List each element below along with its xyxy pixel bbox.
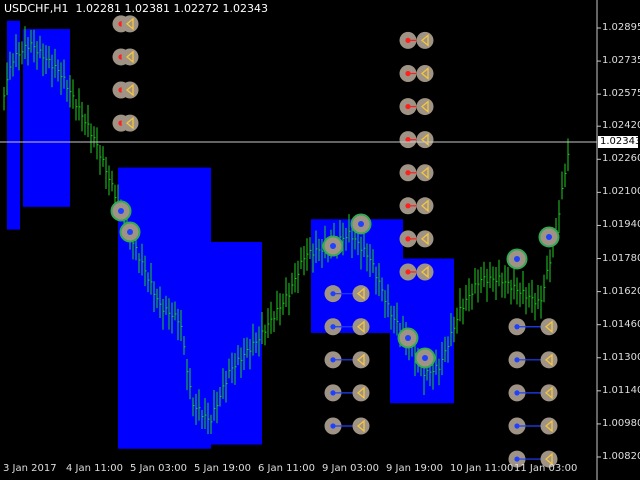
signal-arrow-disc[interactable] <box>540 384 558 402</box>
signal-dot-icon <box>514 423 520 429</box>
signal-dot-icon <box>405 269 411 275</box>
price-label: 1.01460 <box>602 318 640 330</box>
signal-dot-icon <box>330 291 336 297</box>
price-label: 1.00980 <box>602 417 640 429</box>
signal-arrow-disc[interactable] <box>121 48 139 66</box>
price-label: 1.01300 <box>602 351 640 363</box>
price-label: 1.02575 <box>602 88 640 100</box>
signal-arrow-disc[interactable] <box>416 197 434 215</box>
time-label: 6 Jan 11:00 <box>258 463 315 474</box>
active-signal-icon <box>330 243 336 249</box>
bars-layer <box>3 26 570 435</box>
time-label: 11 Jan 03:00 <box>514 463 578 474</box>
signal-dot-icon <box>514 390 520 396</box>
signal-dot-icon <box>405 137 411 143</box>
signal-arrow-disc[interactable] <box>416 131 434 149</box>
price-label: 1.01620 <box>602 285 640 297</box>
zones-layer <box>7 20 454 449</box>
signal-dot-icon <box>514 324 520 330</box>
signal-arrow-disc[interactable] <box>540 351 558 369</box>
signal-dot-icon <box>330 324 336 330</box>
active-signal-icon <box>546 234 552 240</box>
active-signal-icon <box>422 355 428 361</box>
price-label: 1.01940 <box>602 219 640 231</box>
signal-arrow-disc[interactable] <box>540 417 558 435</box>
zone-rect[interactable] <box>7 20 20 230</box>
price-label: 1.01780 <box>602 252 640 264</box>
active-signal-icon <box>127 229 133 235</box>
signal-dot-icon <box>405 70 411 77</box>
signal-arrow-disc[interactable] <box>121 15 139 33</box>
signal-arrow-disc[interactable] <box>416 263 434 281</box>
signal-dot-icon <box>405 203 411 209</box>
signal-arrow-disc[interactable] <box>352 318 370 336</box>
signal-dot-icon <box>405 170 411 176</box>
active-signal-icon <box>405 335 411 341</box>
signal-arrow-disc[interactable] <box>352 417 370 435</box>
signal-arrow-disc[interactable] <box>416 230 434 248</box>
signal-arrow-disc[interactable] <box>352 285 370 303</box>
signal-arrow-disc[interactable] <box>540 318 558 336</box>
current-price-tag: 1.02343 <box>598 136 640 148</box>
signal-arrow-disc[interactable] <box>352 351 370 369</box>
price-label: 1.02100 <box>602 186 640 198</box>
signal-dot-icon <box>405 236 411 242</box>
signal-arrow-disc[interactable] <box>121 81 139 99</box>
price-label: 1.02735 <box>602 55 640 67</box>
signal-dot-icon <box>405 103 411 110</box>
signal-arrow-disc[interactable] <box>416 98 434 116</box>
time-label: 9 Jan 19:00 <box>386 463 443 474</box>
signal-arrow-disc[interactable] <box>416 64 434 82</box>
chart-window[interactable]: USDCHF,H1 1.02281 1.02381 1.02272 1.0234… <box>0 0 640 480</box>
signal-arrow-disc[interactable] <box>121 114 139 132</box>
signal-dot-icon <box>330 423 336 429</box>
time-label: 4 Jan 11:00 <box>66 463 123 474</box>
signal-arrow-disc[interactable] <box>416 164 434 182</box>
signal-dot-icon <box>330 357 336 363</box>
time-label: 10 Jan 11:00 <box>450 463 514 474</box>
signal-arrow-disc[interactable] <box>416 31 434 49</box>
signal-dot-icon <box>514 357 520 363</box>
active-signal-icon <box>358 221 364 227</box>
time-label: 5 Jan 03:00 <box>130 463 187 474</box>
time-label: 5 Jan 19:00 <box>194 463 251 474</box>
time-label: 9 Jan 03:00 <box>322 463 379 474</box>
price-label: 1.02420 <box>602 120 640 132</box>
price-label: 1.01140 <box>602 384 640 396</box>
active-signal-icon <box>118 208 124 214</box>
zone-rect[interactable] <box>118 167 211 449</box>
signal-dot-icon <box>405 37 411 44</box>
time-label: 3 Jan 2017 <box>3 463 57 474</box>
signal-dot-icon <box>330 390 336 396</box>
signal-arrow-disc[interactable] <box>352 384 370 402</box>
price-label: 1.02895 <box>602 22 640 33</box>
symbol-header: USDCHF,H1 1.02281 1.02381 1.02272 1.0234… <box>4 2 268 15</box>
price-chart[interactable] <box>0 0 640 480</box>
price-label: 1.00820 <box>602 451 640 462</box>
signal-dot-icon <box>514 456 520 462</box>
active-signal-icon <box>514 256 520 262</box>
price-label: 1.02260 <box>602 153 640 165</box>
